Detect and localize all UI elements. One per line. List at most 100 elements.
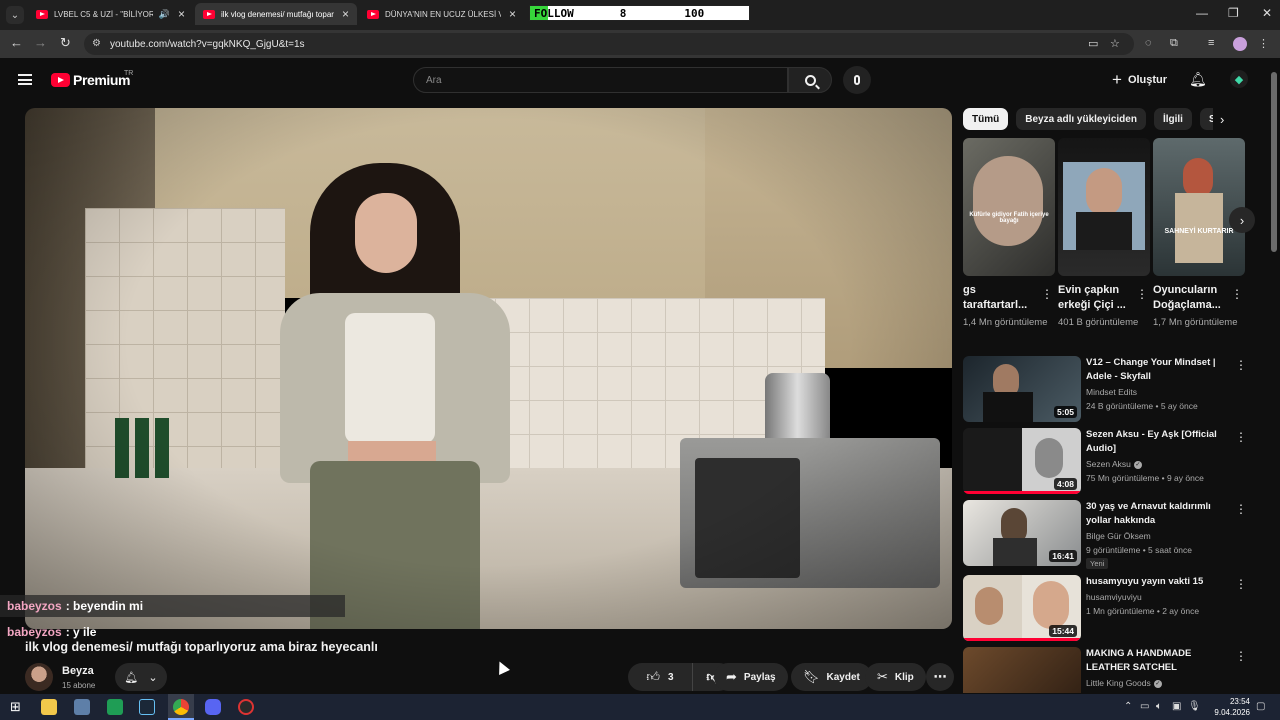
system-tray-icon[interactable]: ▭ (1140, 701, 1149, 712)
create-button[interactable]: + Oluştur (1112, 71, 1167, 88)
video-thumbnail[interactable]: 4:08 (963, 428, 1081, 494)
chip-from-uploader[interactable]: Beyza adlı yükleyiciden (1016, 108, 1146, 130)
reload-icon[interactable]: ↻ (60, 35, 71, 51)
more-dots-icon[interactable]: ⋮ (1235, 358, 1247, 372)
more-dots-icon[interactable]: ⋮ (1235, 502, 1247, 516)
recommendation-item[interactable]: MAKING A HANDMADE LEATHER SATCHEL Little… (963, 647, 1253, 693)
bookmark-star-icon[interactable]: ☆ (1110, 37, 1120, 50)
channel-name[interactable]: Beyza (62, 665, 94, 677)
chip-for-you[interactable]: Size öz (1199, 108, 1213, 130)
close-tab-icon[interactable]: × (342, 7, 349, 21)
steam-icon[interactable] (139, 699, 155, 715)
short-thumbnail[interactable]: Küfürle gidiyor Fatih içeriye bayağı (963, 138, 1055, 276)
more-dots-icon[interactable]: ⋮ (1235, 577, 1247, 591)
short-title[interactable]: Evin çapkın erkeği Çiçi ... (1058, 283, 1138, 313)
scrollbar-thumb[interactable] (1271, 72, 1277, 252)
obs-icon[interactable] (238, 699, 254, 715)
discord-icon[interactable] (205, 699, 221, 715)
video-title[interactable]: Sezen Aksu - Ey Aşk [Official Audio] (1086, 428, 1221, 455)
search-button[interactable] (788, 67, 832, 93)
forward-arrow-icon[interactable]: → (34, 35, 47, 50)
like-button[interactable]: 👍︎ 3 (628, 663, 693, 691)
video-thumbnail[interactable]: 15:44 (963, 575, 1081, 641)
video-title[interactable]: husamyuyu yayın vakti 15 (1086, 575, 1221, 589)
back-arrow-icon[interactable]: ← (10, 35, 23, 50)
notifications-icon[interactable]: ▢ (1256, 701, 1265, 712)
video-duration: 16:41 (1049, 550, 1077, 562)
youtube-logo[interactable]: Premium (51, 72, 131, 88)
short-title[interactable]: Oyuncuların Doğaçlama... (1153, 283, 1233, 313)
short-thumbnail[interactable] (1058, 138, 1150, 276)
volume-icon[interactable]: 🔈︎ (1156, 701, 1162, 712)
browser-tab[interactable]: LVBEL C5 & UZİ - "BİLİYORSUN 🔊 × (28, 3, 193, 25)
channel-name[interactable]: Bilge Gür Öksem (1086, 531, 1151, 541)
shorts-next-button[interactable]: › (1229, 207, 1255, 233)
close-tab-icon[interactable]: × (509, 7, 516, 21)
chevron-right-icon[interactable]: › (1220, 112, 1224, 127)
video-title[interactable]: 30 yaş ve Arnavut kaldırımlı yollar hakk… (1086, 500, 1221, 527)
video-player[interactable] (25, 108, 952, 629)
close-window-icon[interactable]: ✕ (1262, 6, 1272, 20)
short-thumbnail[interactable]: SAHNEYİ KURTARIR (1153, 138, 1245, 276)
browser-menu-icon[interactable]: ⋮ (1258, 37, 1269, 50)
spreadsheet-icon[interactable] (107, 699, 123, 715)
page-scrollbar[interactable] (1268, 58, 1280, 694)
extension-icon[interactable]: ◌ (1145, 37, 1152, 49)
chip-related[interactable]: İlgili (1153, 108, 1192, 130)
recommendation-item[interactable]: 4:08 Sezen Aksu - Ey Aşk [Official Audio… (963, 428, 1253, 494)
channel-name[interactable]: Mindset Edits (1086, 387, 1137, 397)
chevron-up-icon[interactable]: ⌃ (1124, 701, 1132, 712)
short-item[interactable]: Evin çapkın erkeği Çiçi ... 401 B görünt… (1058, 138, 1150, 328)
share-button[interactable]: ➦ Paylaş (714, 663, 788, 691)
media-control-icon[interactable]: ≡ (1208, 37, 1214, 49)
channel-name[interactable]: Little King Goods ✓ (1086, 678, 1162, 688)
browser-tab-active[interactable]: ilk vlog denemesi/ mutfağı toparlı × (195, 3, 357, 25)
recommendation-item[interactable]: 16:41 30 yaş ve Arnavut kaldırımlı yolla… (963, 500, 1253, 569)
site-info-icon[interactable]: ⚙ (92, 38, 101, 49)
premium-gem-icon[interactable]: ◆ (1230, 70, 1248, 88)
clip-button[interactable]: ✂ Klip (865, 663, 926, 691)
cast-icon[interactable]: ▭ (1088, 37, 1098, 50)
start-windows-icon[interactable]: ⊞ (10, 699, 21, 715)
channel-avatar[interactable] (25, 663, 53, 691)
video-title[interactable]: V12 – Change Your Mindset | Adele - Skyf… (1086, 356, 1221, 383)
minimize-icon[interactable]: — (1196, 6, 1208, 20)
more-dots-icon[interactable]: ⋮ (1041, 287, 1053, 301)
chrome-icon[interactable] (173, 699, 189, 715)
more-dots-icon[interactable]: ⋮ (1235, 649, 1247, 663)
restore-icon[interactable]: ❐ (1228, 6, 1239, 20)
speaker-icon[interactable]: 🔊 (159, 9, 170, 20)
search-input[interactable]: Ara (413, 67, 788, 93)
video-thumbnail[interactable]: 16:41 (963, 500, 1081, 566)
more-dots-icon[interactable]: ⋮ (1235, 430, 1247, 444)
puzzle-icon[interactable]: ⧉ (1170, 37, 1178, 50)
video-title[interactable]: MAKING A HANDMADE LEATHER SATCHEL (1086, 647, 1221, 674)
network-icon[interactable]: ▣ (1172, 701, 1181, 712)
video-thumbnail[interactable] (963, 647, 1081, 693)
more-dots-icon[interactable]: ⋮ (1136, 287, 1148, 301)
channel-name[interactable]: Sezen Aksu ✓ (1086, 459, 1142, 469)
profile-avatar[interactable] (1233, 37, 1247, 51)
short-item[interactable]: SAHNEYİ KURTARIR Oyuncuların Doğaçlama..… (1153, 138, 1245, 328)
notification-preferences-button[interactable]: 🔔︎ ⌄ (115, 663, 167, 691)
video-thumbnail[interactable]: 5:05 (963, 356, 1081, 422)
address-bar[interactable]: ⚙ youtube.com/watch?v=gqkNKQ_GjgU&t=1s (84, 33, 1134, 55)
short-title[interactable]: gs taraftartarl... (963, 283, 1043, 313)
menu-hamburger-icon[interactable] (18, 74, 32, 85)
recommendation-item[interactable]: 5:05 V12 – Change Your Mindset | Adele -… (963, 356, 1253, 422)
short-item[interactable]: Küfürle gidiyor Fatih içeriye bayağı gs … (963, 138, 1055, 328)
voice-search-button[interactable] (843, 66, 871, 94)
browser-tab[interactable]: DÜNYA'NIN EN UCUZ ÜLKESİ VİE × (359, 3, 524, 25)
more-dots-icon[interactable]: ⋮ (1231, 287, 1243, 301)
more-actions-button[interactable]: ⋯ (926, 663, 954, 691)
taskbar-clock[interactable]: 23:54 9.04.2026 (1198, 696, 1250, 718)
file-explorer-icon[interactable] (41, 699, 57, 715)
notifications-bell-icon[interactable]: 🔔︎ (1189, 71, 1207, 88)
tab-search-button[interactable]: ⌄ (6, 6, 24, 24)
save-button[interactable]: 🔖︎ Kaydet (791, 663, 872, 691)
calculator-icon[interactable] (74, 699, 90, 715)
chip-all[interactable]: Tümü (963, 108, 1009, 130)
recommendation-item[interactable]: 15:44 husamyuyu yayın vakti 15 husamviyu… (963, 575, 1253, 641)
close-tab-icon[interactable]: × (178, 7, 185, 21)
channel-name[interactable]: husamviyuviyu (1086, 592, 1142, 602)
